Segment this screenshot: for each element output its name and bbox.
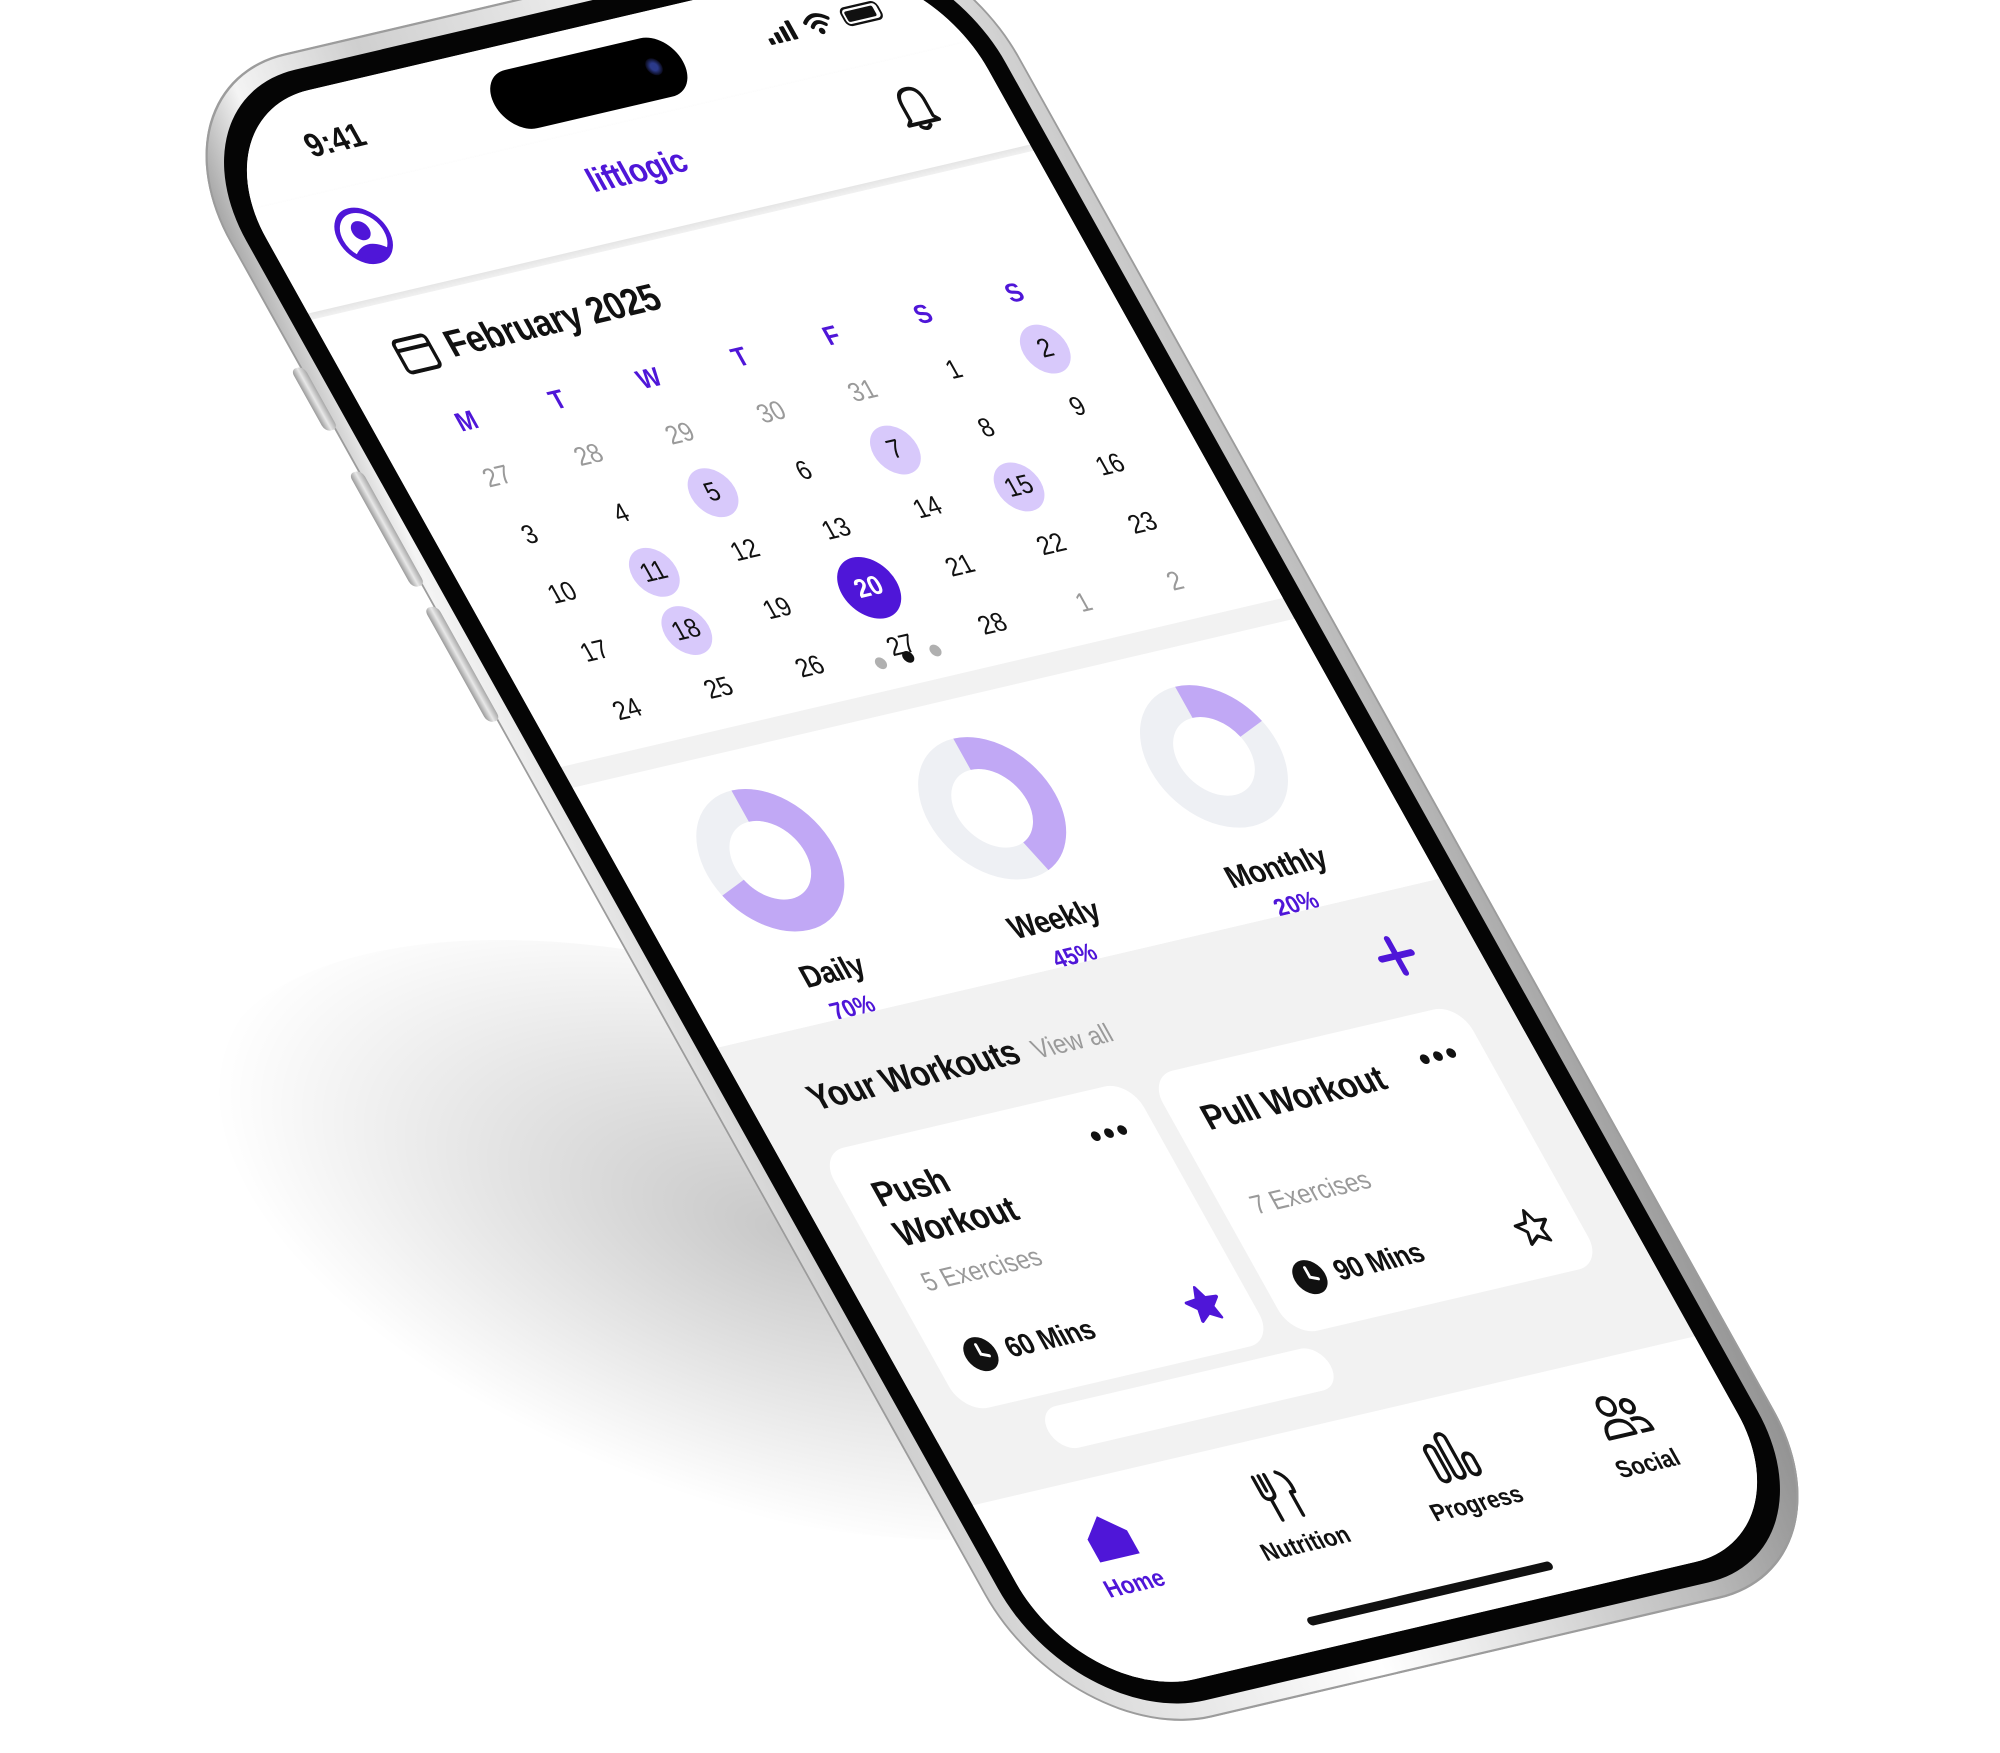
calendar-day-number: 28 — [568, 438, 610, 473]
star-filled-icon[interactable] — [1175, 1280, 1233, 1328]
calendar-day-number: 1 — [939, 354, 969, 386]
tab-label: Nutrition — [1255, 1520, 1356, 1567]
calendar-day-number: 13 — [816, 512, 857, 547]
calendar-day-number: 20 — [825, 551, 914, 625]
battery-icon — [837, 0, 886, 28]
phone-device: 9:41 liftlogic February 2025 M T W T F S… — [143, 0, 1861, 1751]
workout-name: Pull Workout — [1193, 1057, 1394, 1138]
add-workout-plus-icon[interactable] — [1365, 929, 1429, 982]
calendar-day-number: 18 — [651, 601, 722, 660]
home-icon — [1087, 1516, 1140, 1563]
workout-exercise-count: 5 Exercises — [915, 1242, 1048, 1298]
workout-duration: 60 Mins — [997, 1311, 1102, 1364]
calendar-day-number: 2 — [1010, 320, 1081, 378]
more-options-icon[interactable] — [1417, 1047, 1458, 1065]
calendar-day-number: 29 — [659, 416, 701, 451]
star-outline-icon[interactable] — [1504, 1203, 1562, 1251]
calendar-day-number: 8 — [972, 412, 1001, 444]
clock-icon — [1292, 1260, 1328, 1295]
more-options-icon[interactable] — [1088, 1124, 1129, 1142]
calendar-day-number: 12 — [724, 533, 766, 568]
calendar-day-number: 21 — [939, 548, 981, 583]
page-dot[interactable] — [872, 656, 889, 671]
calendar-day-number: 31 — [842, 374, 884, 409]
page-dot[interactable] — [899, 650, 917, 664]
calendar-icon — [391, 333, 442, 374]
calendar-month-title: February 2025 — [436, 276, 669, 366]
cellular-signal-icon — [761, 20, 799, 46]
calendar-day-number: 3 — [515, 519, 545, 551]
goal-progress-ring — [1139, 685, 1288, 828]
calendar-day-number: 11 — [619, 543, 690, 602]
progress-icon — [1422, 1432, 1482, 1484]
status-time: 9:41 — [297, 117, 373, 165]
calendar-day-number: 23 — [1122, 506, 1164, 541]
view-all-link[interactable]: View all — [1026, 1019, 1120, 1066]
workouts-title: Your Workouts — [799, 1031, 1028, 1118]
calendar-day-number: 6 — [789, 455, 819, 487]
workout-exercise-count: 7 Exercises — [1244, 1165, 1377, 1221]
goal-progress-ring — [696, 789, 845, 932]
clock-icon — [963, 1337, 999, 1372]
wifi-icon — [803, 13, 830, 35]
calendar-day-number: 14 — [907, 490, 949, 525]
calendar-day-number: 7 — [860, 421, 931, 479]
calendar-day-number: 15 — [984, 457, 1055, 516]
calendar-day-number: 9 — [1063, 391, 1092, 423]
goal-progress-ring — [918, 737, 1067, 880]
calendar-day-number: 27 — [477, 459, 518, 494]
tab-label: Progress — [1424, 1479, 1529, 1527]
calendar-day-number: 16 — [1089, 447, 1131, 482]
nutrition-icon — [1250, 1470, 1306, 1522]
app-screen: 9:41 liftlogic February 2025 M T W T F S… — [197, 0, 1807, 1706]
calendar-day-number: 22 — [1031, 527, 1072, 562]
tab-label: Social — [1609, 1443, 1686, 1484]
calendar-day-number: 4 — [607, 498, 636, 530]
tab-label: Home — [1098, 1563, 1171, 1604]
calendar-day-number: 19 — [757, 591, 798, 626]
social-icon — [1595, 1396, 1655, 1441]
calendar-day-number: 5 — [677, 463, 748, 522]
calendar-day-number: 10 — [542, 576, 583, 611]
calendar-day-number: 17 — [574, 634, 616, 669]
page-dot[interactable] — [926, 643, 944, 658]
workout-name: Push Workout — [864, 1160, 1026, 1254]
calendar-day-number: 30 — [751, 395, 792, 430]
workout-duration: 90 Mins — [1326, 1234, 1431, 1287]
